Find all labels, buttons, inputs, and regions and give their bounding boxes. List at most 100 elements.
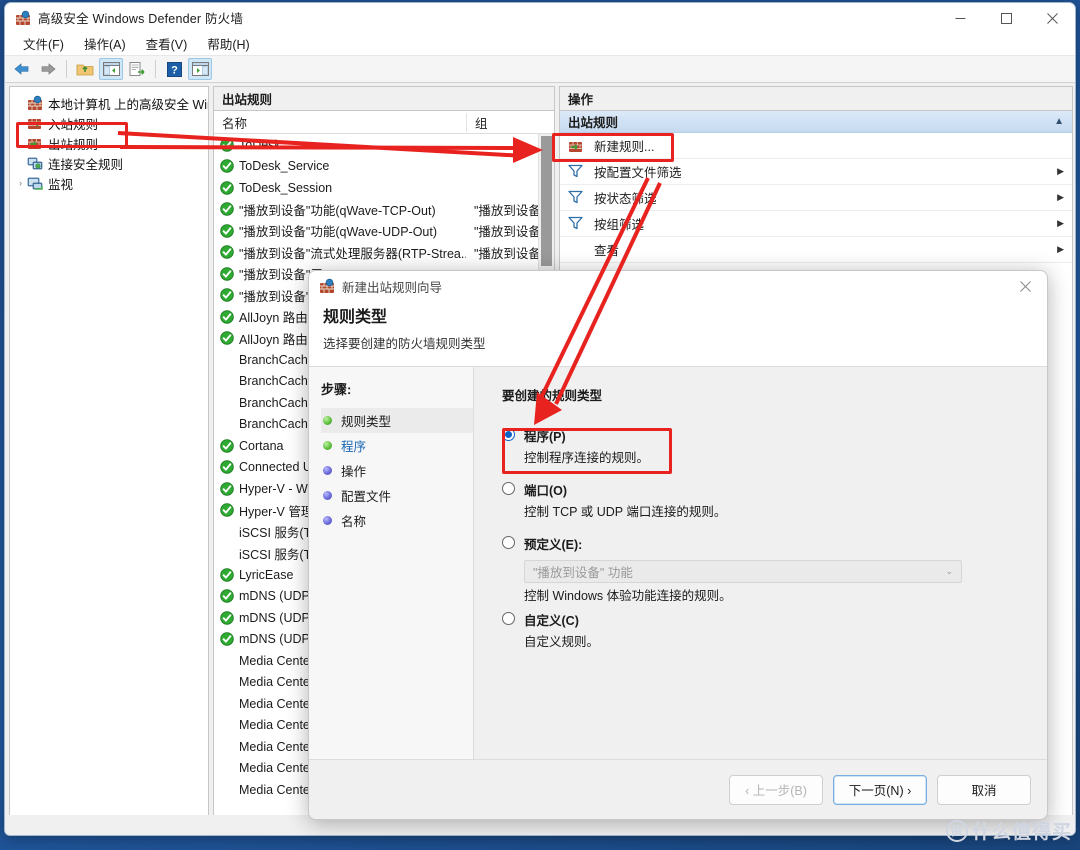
menu-file[interactable]: 文件(F) bbox=[13, 32, 74, 56]
option-label: 端口(O) bbox=[524, 484, 568, 498]
chevron-right-icon[interactable]: › bbox=[14, 178, 27, 188]
rule-name-label: BranchCache bbox=[239, 374, 315, 389]
forward-icon[interactable] bbox=[36, 58, 60, 80]
sidebar-item-outbound-rules[interactable]: 出站规则 bbox=[10, 133, 208, 153]
predefined-rule-dropdown[interactable]: "播放到设备" 功能 ⌄ bbox=[524, 560, 962, 583]
rule-type-option[interactable]: 程序(P) 控制程序连接的规则。 bbox=[502, 426, 1047, 466]
radio-button[interactable] bbox=[502, 428, 515, 441]
dropdown-value: "播放到设备" 功能 bbox=[533, 566, 633, 580]
outbound-rules-icon bbox=[27, 135, 44, 151]
table-row[interactable]: ToDesk_Session bbox=[214, 177, 554, 199]
action-item-label: 按组筛选 bbox=[594, 218, 645, 232]
menu-view[interactable]: 查看(V) bbox=[136, 32, 198, 56]
show-console-tree-icon[interactable] bbox=[99, 58, 123, 80]
cancel-button[interactable]: 取消 bbox=[937, 774, 1031, 805]
close-button[interactable] bbox=[1029, 3, 1075, 33]
chevron-up-icon[interactable]: ▲ bbox=[1054, 116, 1064, 127]
action-item-new-rule-icon[interactable]: 新建规则... bbox=[560, 133, 1072, 159]
rule-enabled-check-icon bbox=[220, 567, 234, 582]
rule-name-label: mDNS (UDP- bbox=[239, 610, 314, 625]
rule-name-label: BranchCache bbox=[239, 352, 315, 367]
dialog-footer: ‹ 上一步(B) 下一页(N) › 取消 bbox=[309, 759, 1047, 819]
sidebar-item-inbound-rules[interactable]: 入站规则 bbox=[10, 113, 208, 133]
rule-name-label: LyricEase bbox=[239, 567, 294, 582]
rule-type-option[interactable]: 端口(O) 控制 TCP 或 UDP 端口连接的规则。 bbox=[502, 480, 1047, 520]
dialog-title: 新建出站规则向导 bbox=[342, 280, 443, 295]
column-header-group[interactable]: 组 bbox=[466, 112, 554, 132]
maximize-button[interactable] bbox=[983, 3, 1029, 33]
filter-icon bbox=[568, 164, 588, 180]
watermark-mark: 值 bbox=[945, 819, 968, 842]
rule-enabled-check-icon bbox=[220, 223, 234, 238]
wizard-step-label: 配置文件 bbox=[341, 490, 392, 504]
radio-button[interactable] bbox=[502, 612, 515, 625]
table-row[interactable]: "播放到设备"功能(qWave-UDP-Out) "播放到设备 bbox=[214, 220, 554, 242]
inbound-rules-icon bbox=[27, 115, 44, 131]
dialog-header: 规则类型 选择要创建的防火墙规则类型 bbox=[309, 301, 1047, 366]
rule-name-label: mDNS (UDP- bbox=[239, 632, 314, 647]
wizard-step: 规则类型 bbox=[321, 408, 473, 433]
wizard-step[interactable]: 程序 bbox=[321, 433, 473, 458]
rule-enabled-check-icon bbox=[220, 202, 234, 217]
wizard-step-label: 程序 bbox=[341, 440, 367, 454]
rule-type-option[interactable]: 自定义(C) 自定义规则。 bbox=[502, 610, 1047, 650]
actions-pane-title: 操作 bbox=[560, 87, 1072, 111]
watermark-text: 什么值得买 bbox=[971, 822, 1072, 843]
up-folder-icon[interactable] bbox=[73, 58, 97, 80]
rule-enabled-check-icon bbox=[220, 159, 234, 174]
table-row[interactable]: "播放到设备"功能(qWave-TCP-Out) "播放到设备 bbox=[214, 199, 554, 221]
action-item-filter-icon[interactable]: 按状态筛选 ▶ bbox=[560, 185, 1072, 211]
action-item-label: 按配置文件筛选 bbox=[594, 166, 682, 180]
rules-column-header: 名称 组 bbox=[214, 111, 554, 134]
rule-name-label: Media Center bbox=[239, 782, 315, 797]
actions-group-header[interactable]: 出站规则 ▲ bbox=[560, 111, 1072, 133]
minimize-button[interactable] bbox=[937, 3, 983, 33]
option-label: 预定义(E): bbox=[524, 538, 583, 552]
table-row[interactable]: ToDesk bbox=[214, 134, 554, 156]
rule-enabled-check-icon bbox=[220, 245, 234, 260]
radio-button[interactable] bbox=[502, 536, 515, 549]
rule-enabled-check-icon bbox=[220, 460, 234, 475]
dialog-close-button[interactable] bbox=[1003, 271, 1047, 301]
filter-icon bbox=[568, 190, 588, 206]
column-header-name[interactable]: 名称 bbox=[214, 113, 466, 132]
watermark: 值 什么值得买 bbox=[945, 817, 1072, 844]
tree-root-node[interactable]: 本地计算机 上的高级安全 Windo bbox=[10, 93, 208, 113]
rule-name-label: Media Center bbox=[239, 653, 315, 668]
rule-type-option[interactable]: 预定义(E): "播放到设备" 功能 ⌄ 控制 Windows 体验功能连接的规则。 bbox=[502, 534, 1047, 604]
menu-help[interactable]: 帮助(H) bbox=[197, 32, 259, 56]
scrollbar-thumb[interactable] bbox=[541, 136, 552, 266]
next-button[interactable]: 下一页(N) › bbox=[833, 774, 927, 805]
rule-name-label: BranchCache bbox=[239, 417, 315, 432]
rule-name-label: Media Center bbox=[239, 739, 315, 754]
sidebar-item-connection-security-rules[interactable]: 连接安全规则 bbox=[10, 153, 208, 173]
rule-name-label: "播放到设备"流式处理服务器(RTP-Strea... bbox=[239, 246, 466, 261]
rule-name-label: Cortana bbox=[239, 438, 284, 453]
new-outbound-rule-wizard: 新建出站规则向导 规则类型 选择要创建的防火墙规则类型 步骤: 规则类型 程序 操作… bbox=[308, 270, 1048, 820]
radio-button[interactable] bbox=[502, 482, 515, 495]
step-status-dot-icon bbox=[323, 491, 332, 500]
action-item-filter-icon[interactable]: 按配置文件筛选 ▶ bbox=[560, 159, 1072, 185]
wizard-step: 配置文件 bbox=[321, 483, 473, 508]
action-item-view[interactable]: 查看 ▶ bbox=[560, 237, 1072, 263]
table-row[interactable]: ToDesk_Service bbox=[214, 156, 554, 178]
export-list-icon[interactable] bbox=[125, 58, 149, 80]
console-tree: 本地计算机 上的高级安全 Windo bbox=[10, 87, 208, 193]
submenu-arrow-icon: ▶ bbox=[1057, 192, 1064, 202]
back-button[interactable]: ‹ 上一步(B) bbox=[729, 774, 823, 805]
rule-name-label: ToDesk bbox=[239, 137, 281, 152]
sidebar-item-label: 出站规则 bbox=[48, 137, 99, 152]
firewall-icon bbox=[15, 10, 31, 26]
table-row[interactable]: "播放到设备"流式处理服务器(RTP-Strea... "播放到设备 bbox=[214, 242, 554, 264]
help-icon[interactable]: ? bbox=[162, 58, 186, 80]
back-icon[interactable] bbox=[10, 58, 34, 80]
action-item-filter-icon[interactable]: 按组筛选 ▶ bbox=[560, 211, 1072, 237]
rule-name-label: Media Center bbox=[239, 718, 315, 733]
rule-name-cell: "播放到设备"功能(qWave-UDP-Out) bbox=[214, 221, 466, 240]
svg-text:?: ? bbox=[171, 64, 178, 76]
menu-action[interactable]: 操作(A) bbox=[74, 32, 136, 56]
sidebar-item-monitoring[interactable]: › 监视 bbox=[10, 173, 208, 193]
show-action-pane-icon[interactable] bbox=[188, 58, 212, 80]
steps-title: 步骤: bbox=[321, 382, 352, 397]
rule-name-cell: "播放到设备"流式处理服务器(RTP-Strea... bbox=[214, 243, 466, 262]
